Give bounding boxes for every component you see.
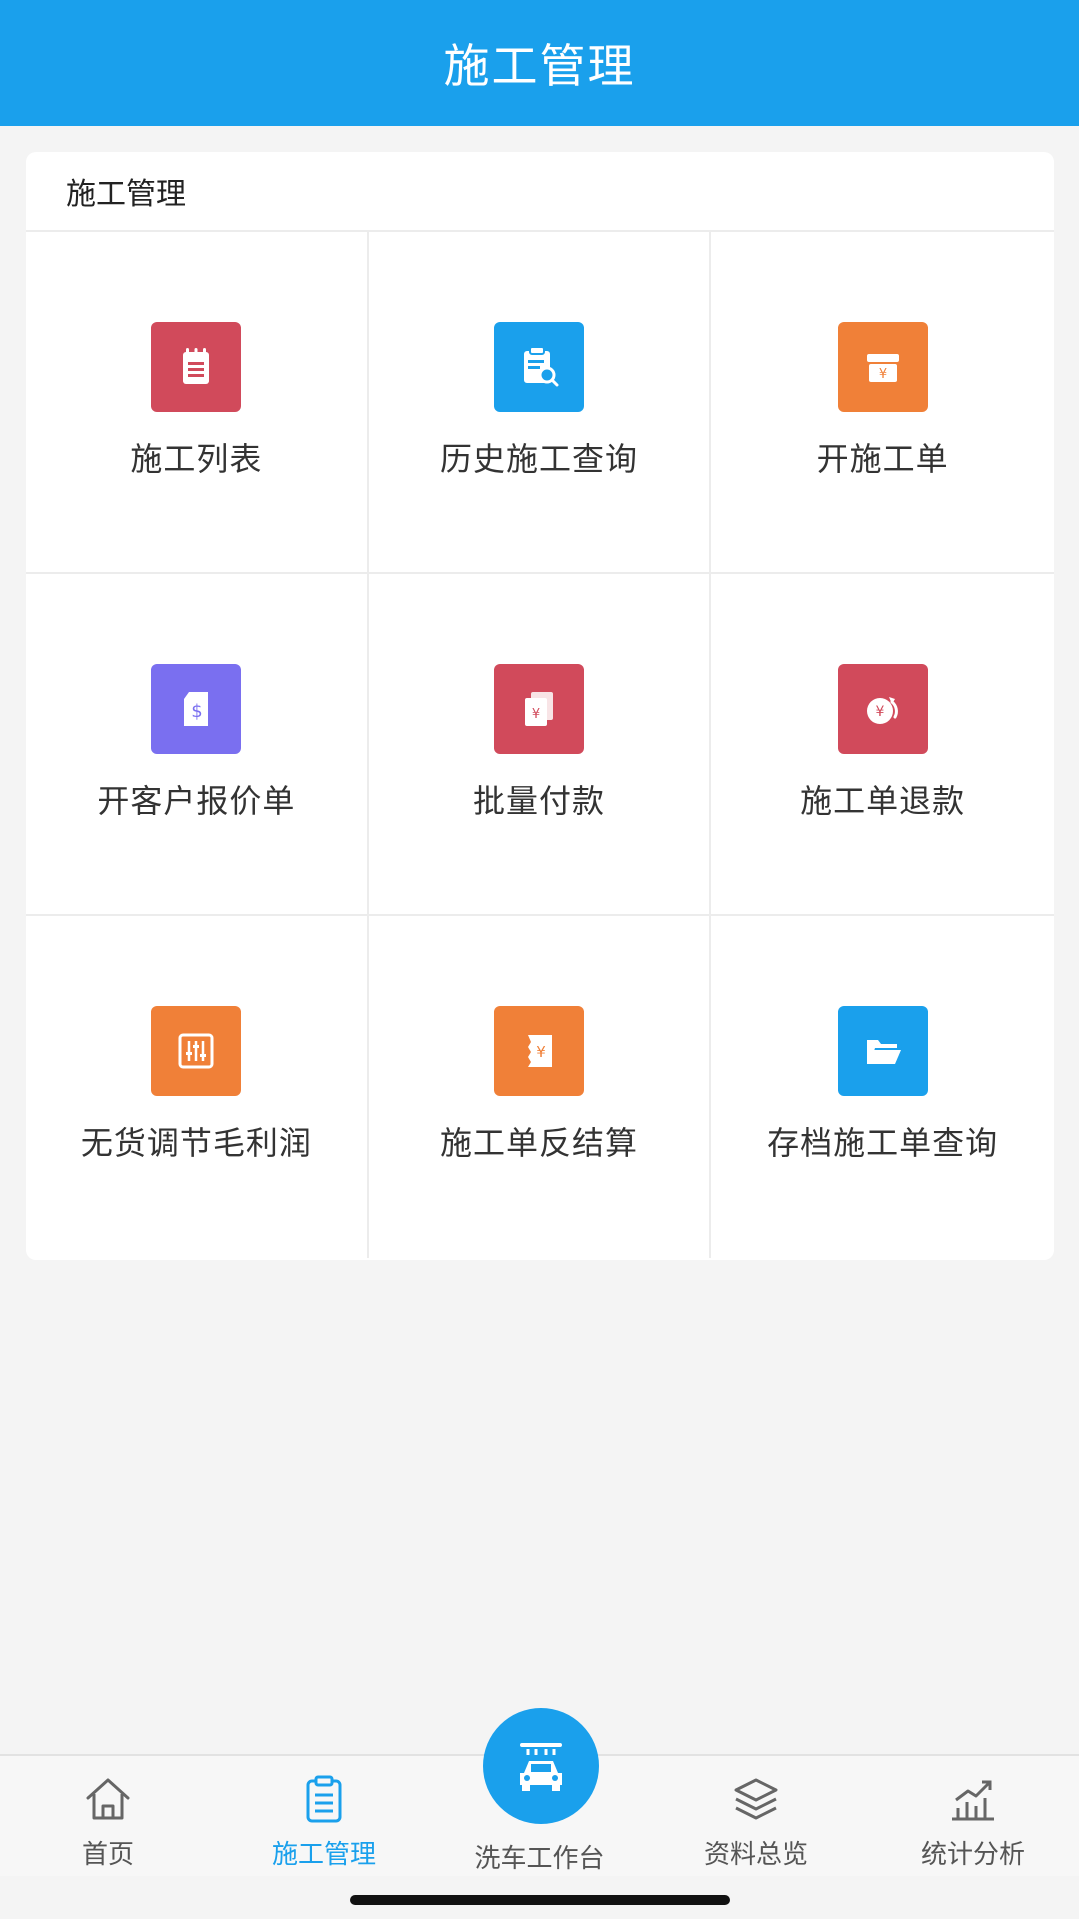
menu-item-label: 开客户报价单 — [97, 782, 296, 820]
menu-item-history-query[interactable]: 历史施工查询 — [368, 232, 712, 574]
menu-item-label: 批量付款 — [472, 782, 605, 820]
menu-item-label: 无货调节毛利润 — [80, 1124, 312, 1162]
yuan-refund-icon: ¥ — [837, 664, 928, 754]
tab-label: 施工管理 — [271, 1840, 376, 1870]
yuan-receipt-icon: ¥ — [493, 1006, 584, 1096]
menu-item-reverse-settlement[interactable]: ¥ 施工单反结算 — [369, 916, 712, 1258]
construction-menu-card: 施工管理 施工列表 历史施工查询 ¥ 开施工单 $ 开客户报价单 ¥ 批量付款 … — [26, 152, 1054, 1260]
menu-item-label: 存档施工单查询 — [767, 1124, 999, 1162]
menu-item-label: 开施工单 — [816, 440, 949, 478]
notepad-icon — [151, 322, 242, 412]
home-icon — [86, 1778, 130, 1820]
svg-text:¥: ¥ — [875, 704, 884, 720]
svg-text:$: $ — [192, 701, 203, 722]
tab-label: 统计分析 — [920, 1840, 1025, 1870]
tab-data-overview[interactable]: 资料总览 — [676, 1756, 836, 1878]
svg-text:¥: ¥ — [532, 707, 540, 722]
menu-item-open-order[interactable]: ¥ 开施工单 — [711, 232, 1054, 574]
page-title: 施工管理 — [443, 39, 636, 93]
app-screen: 施工管理 施工管理 施工列表 历史施工查询 ¥ 开施工单 $ 开客户报价单 ¥ … — [0, 0, 1079, 1919]
yuan-box-icon: ¥ — [837, 322, 928, 412]
menu-item-label: 历史施工查询 — [439, 440, 638, 478]
tab-label: 首页 — [81, 1840, 134, 1870]
yuan-documents-icon: ¥ — [493, 664, 584, 754]
menu-item-archive-query[interactable]: 存档施工单查询 — [711, 916, 1054, 1258]
home-indicator — [350, 1895, 730, 1905]
clipboard-search-icon — [493, 322, 584, 412]
chart-icon — [952, 1780, 994, 1821]
car-wash-icon — [520, 1743, 562, 1791]
menu-item-construction-list[interactable]: 施工列表 — [26, 232, 369, 574]
tab-statistics[interactable]: 统计分析 — [893, 1756, 1053, 1878]
menu-item-batch-payment[interactable]: ¥ 批量付款 — [368, 574, 712, 916]
menu-item-label: 施工单反结算 — [439, 1124, 638, 1162]
tab-car-wash-workbench[interactable] — [483, 1708, 599, 1824]
sliders-icon — [151, 1006, 242, 1096]
folder-icon — [837, 1006, 928, 1096]
menu-item-customer-quote[interactable]: $ 开客户报价单 — [26, 574, 369, 916]
svg-text:¥: ¥ — [879, 367, 887, 382]
clipboard-icon — [306, 1775, 342, 1823]
menu-grid: 施工列表 历史施工查询 ¥ 开施工单 $ 开客户报价单 ¥ 批量付款 ¥ 施工单… — [26, 232, 1054, 1258]
card-header: 施工管理 — [26, 152, 1054, 232]
tab-construction-management[interactable]: 施工管理 — [244, 1756, 404, 1878]
tab-home[interactable]: 首页 — [28, 1756, 188, 1878]
menu-item-margin-adjust[interactable]: 无货调节毛利润 — [26, 916, 369, 1258]
tab-label: 资料总览 — [703, 1840, 808, 1870]
menu-item-label: 施工列表 — [130, 440, 263, 478]
menu-item-order-refund[interactable]: ¥ 施工单退款 — [711, 574, 1054, 916]
app-header: 施工管理 — [0, 0, 1079, 126]
layers-icon — [734, 1778, 778, 1820]
dollar-document-icon: $ — [151, 664, 242, 754]
section-title: 施工管理 — [66, 177, 186, 212]
menu-item-label: 施工单退款 — [800, 782, 966, 820]
svg-text:¥: ¥ — [536, 1043, 546, 1061]
